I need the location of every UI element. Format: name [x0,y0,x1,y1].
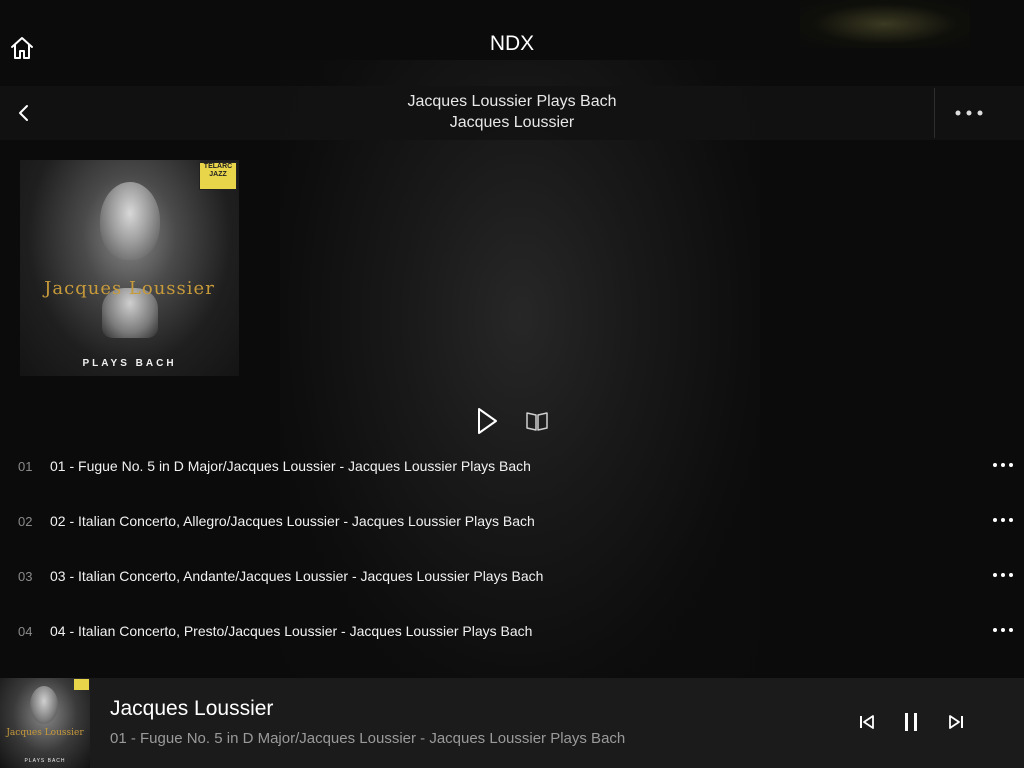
now-playing-artwork[interactable]: Jacques Loussier PLAYS BACH [0,678,90,768]
track-title: 01 - Fugue No. 5 in D Major/Jacques Lous… [50,458,531,474]
next-button[interactable] [946,711,966,733]
cover-portrait [100,182,160,260]
now-playing-bar[interactable]: Jacques Loussier PLAYS BACH Jacques Lous… [0,678,1024,768]
track-row[interactable]: 03 03 - Italian Concerto, Andante/Jacque… [0,568,1024,624]
track-more-button[interactable] [990,624,1016,638]
header-divider [934,88,935,138]
album-artist: Jacques Loussier [449,114,575,131]
track-number: 03 [18,569,33,584]
label-logo: TELARC JAZZ [199,162,237,190]
track-title: 03 - Italian Concerto, Andante/Jacques L… [50,568,544,584]
track-number: 01 [18,459,33,474]
skip-previous-icon [860,715,874,729]
track-title: 02 - Italian Concerto, Allegro/Jacques L… [50,513,535,529]
track-more-button[interactable] [990,514,1016,528]
album-more-button[interactable] [950,100,990,126]
track-row[interactable]: 04 04 - Italian Concerto, Presto/Jacques… [0,623,1024,679]
book-icon [526,412,548,431]
track-title: 04 - Italian Concerto, Presto/Jacques Lo… [50,623,533,639]
track-number: 02 [18,514,33,529]
thumb-subtitle: PLAYS BACH [24,758,66,764]
thumb-artist-text: Jacques Loussier [6,728,84,738]
more-dots-icon [993,518,1013,522]
album-header: Jacques Loussier Plays Bach Jacques Lous… [0,86,1024,140]
cover-artist-text: Jacques Loussier [44,278,215,299]
booklet-button[interactable] [524,410,550,432]
skip-next-icon [949,715,963,729]
top-bar: NDX [0,0,1024,86]
track-more-button[interactable] [990,569,1016,583]
pause-icon [905,713,917,731]
album-title: Jacques Loussier Plays Bach [407,93,617,110]
more-dots-icon [993,573,1013,577]
pause-button[interactable] [901,710,921,734]
more-dots-icon [993,628,1013,632]
more-dots-icon [955,110,983,116]
play-icon [478,408,497,434]
thumb-label-logo [74,679,89,690]
track-row[interactable]: 02 02 - Italian Concerto, Allegro/Jacque… [0,513,1024,569]
cover-subtitle: PLAYS BACH [82,358,177,369]
previous-button[interactable] [857,711,877,733]
app-title: NDX [489,32,535,55]
now-playing-artist: Jacques Loussier [110,697,274,720]
track-more-button[interactable] [990,459,1016,473]
thumb-portrait [30,686,58,724]
play-album-button[interactable] [474,406,500,436]
track-number: 04 [18,624,33,639]
album-cover[interactable]: TELARC JAZZ Jacques Loussier PLAYS BACH [20,160,239,376]
now-playing-track: 01 - Fugue No. 5 in D Major/Jacques Lous… [110,730,626,747]
track-row[interactable]: 01 01 - Fugue No. 5 in D Major/Jacques L… [0,458,1024,514]
more-dots-icon [993,463,1013,467]
